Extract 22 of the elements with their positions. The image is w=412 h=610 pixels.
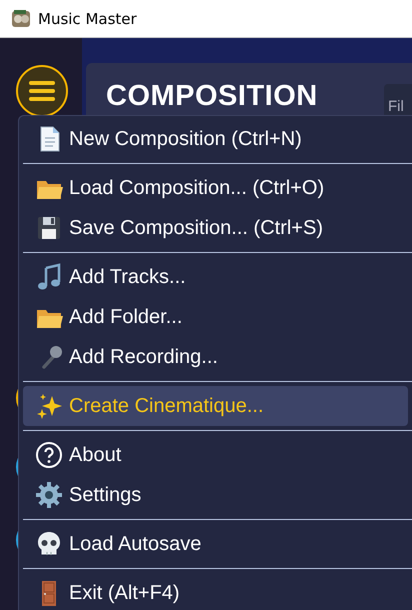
window-title: Music Master — [38, 10, 137, 28]
menu-item[interactable]: Add Recording... — [23, 337, 408, 377]
menu-icon — [28, 80, 56, 102]
menu-button[interactable] — [16, 65, 68, 117]
menu-item[interactable]: About — [23, 435, 408, 475]
menu-item[interactable]: Settings — [23, 475, 408, 515]
question-icon — [35, 441, 63, 469]
menu-item[interactable]: Exit (Alt+F4) — [23, 573, 408, 610]
gear-icon — [35, 481, 63, 509]
menu-item[interactable]: New Composition (Ctrl+N) — [23, 119, 408, 159]
music-note-icon — [35, 263, 63, 291]
panel-label: Fil — [388, 98, 404, 115]
menu-item[interactable]: Load Autosave — [23, 524, 408, 564]
menu-item[interactable]: Add Tracks... — [23, 257, 408, 297]
menu-item[interactable]: Create Cinematique... — [23, 386, 408, 426]
sparkles-icon — [35, 392, 63, 420]
skull-icon — [35, 530, 63, 558]
menu-item[interactable]: Save Composition... (Ctrl+S) — [23, 208, 408, 248]
menu-item[interactable]: Load Composition... (Ctrl+O) — [23, 168, 408, 208]
app-icon — [10, 8, 32, 30]
section-heading: COMPOSITION — [106, 81, 318, 111]
menu-item[interactable]: Add Folder... — [23, 297, 408, 337]
